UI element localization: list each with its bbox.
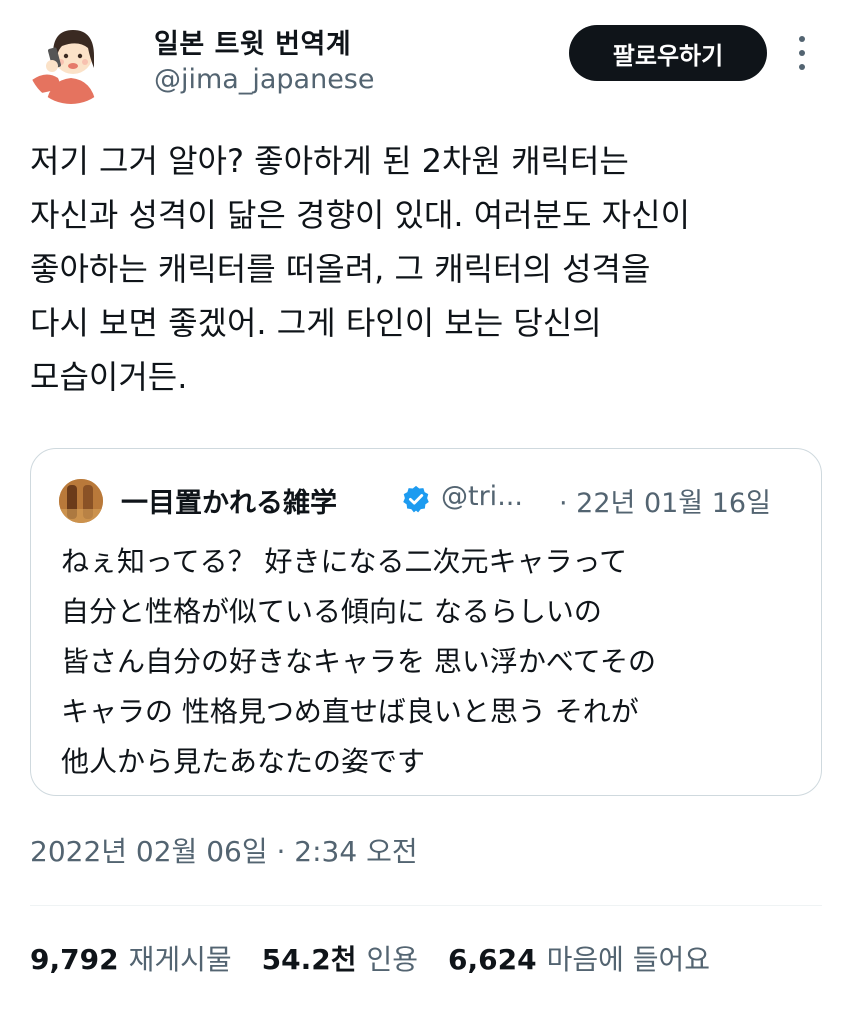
likes-label: 마음에 들어요 [546, 943, 711, 976]
quote-author-handle[interactable]: @tri... [441, 481, 523, 512]
author-handle[interactable]: @jima_japanese [154, 64, 374, 95]
more-dot [799, 50, 805, 56]
tweet-line: 다시 보면 좋겠어. 그게 타인이 보는 당신의 [30, 304, 602, 342]
quote-line: キャラの 性格見つめ直せば良いと思う それが [61, 695, 639, 728]
verified-badge-icon [403, 485, 429, 513]
quote-author-avatar[interactable] [59, 479, 103, 523]
tweet-line: 저기 그거 알아? 좋아하게 된 2차원 캐릭터는 [30, 142, 629, 180]
quote-date: · 22년 01월 16일 [559, 488, 771, 519]
retweets-label: 재게시물 [128, 943, 232, 976]
tweet-line: 모습이거든. [30, 358, 188, 396]
tweet-line: 좋아하는 캐릭터를 떠올려, 그 캐릭터의 성격을 [30, 250, 651, 288]
quote-line: 他人から見たあなたの姿です [61, 745, 426, 778]
likes-count: 6,624 [448, 943, 537, 976]
more-options-icon[interactable] [790, 30, 814, 76]
engagement-stats: 9,792 재게시물 54.2천 인용 6,624 마음에 들어요 [30, 938, 740, 978]
quotes-label: 인용 [366, 943, 419, 976]
quotes-stat[interactable]: 54.2천 인용 [262, 938, 418, 978]
more-dot [799, 64, 805, 70]
tweet-text: 저기 그거 알아? 좋아하게 된 2차원 캐릭터는 자신과 성격이 닮은 경향이… [30, 134, 830, 404]
likes-stat[interactable]: 6,624 마음에 들어요 [448, 938, 710, 978]
retweets-count: 9,792 [30, 943, 119, 976]
quote-line: 皆さん自分の好きなキャラを 思い浮かべてその [61, 645, 656, 678]
quotes-count: 54.2천 [261, 943, 357, 976]
quote-line: ねぇ知ってる？ 好きになる二次元キャラって [61, 545, 628, 578]
author-display-name[interactable]: 일본 트윗 번역계 [154, 22, 351, 61]
girl-phone-avatar-icon [28, 18, 114, 104]
follow-button[interactable]: 팔로우하기 [569, 25, 767, 81]
tweet-line: 자신과 성격이 닮은 경향이 있대. 여러분도 자신이 [30, 196, 691, 234]
quote-avatar-icon [59, 479, 103, 523]
quoted-tweet[interactable]: 一目置かれる雑学 @tri... · 22년 01월 16일 ねぇ知ってる？ 好… [30, 448, 822, 796]
quote-line: 自分と性格が似ている傾向に なるらしいの [61, 595, 602, 628]
divider [30, 905, 822, 906]
tweet-header: 일본 트윗 번역계 @jima_japanese 팔로우하기 [0, 0, 850, 120]
more-dot [799, 36, 805, 42]
tweet-timestamp[interactable]: 2022년 02월 06일 · 2:34 오전 [30, 830, 418, 870]
retweets-stat[interactable]: 9,792 재게시물 [30, 938, 232, 978]
author-avatar[interactable] [28, 18, 114, 104]
quote-text: ねぇ知ってる？ 好きになる二次元キャラって 自分と性格が似ている傾向に なるらし… [61, 537, 801, 787]
quote-author-name[interactable]: 一目置かれる雑学 [121, 481, 337, 520]
